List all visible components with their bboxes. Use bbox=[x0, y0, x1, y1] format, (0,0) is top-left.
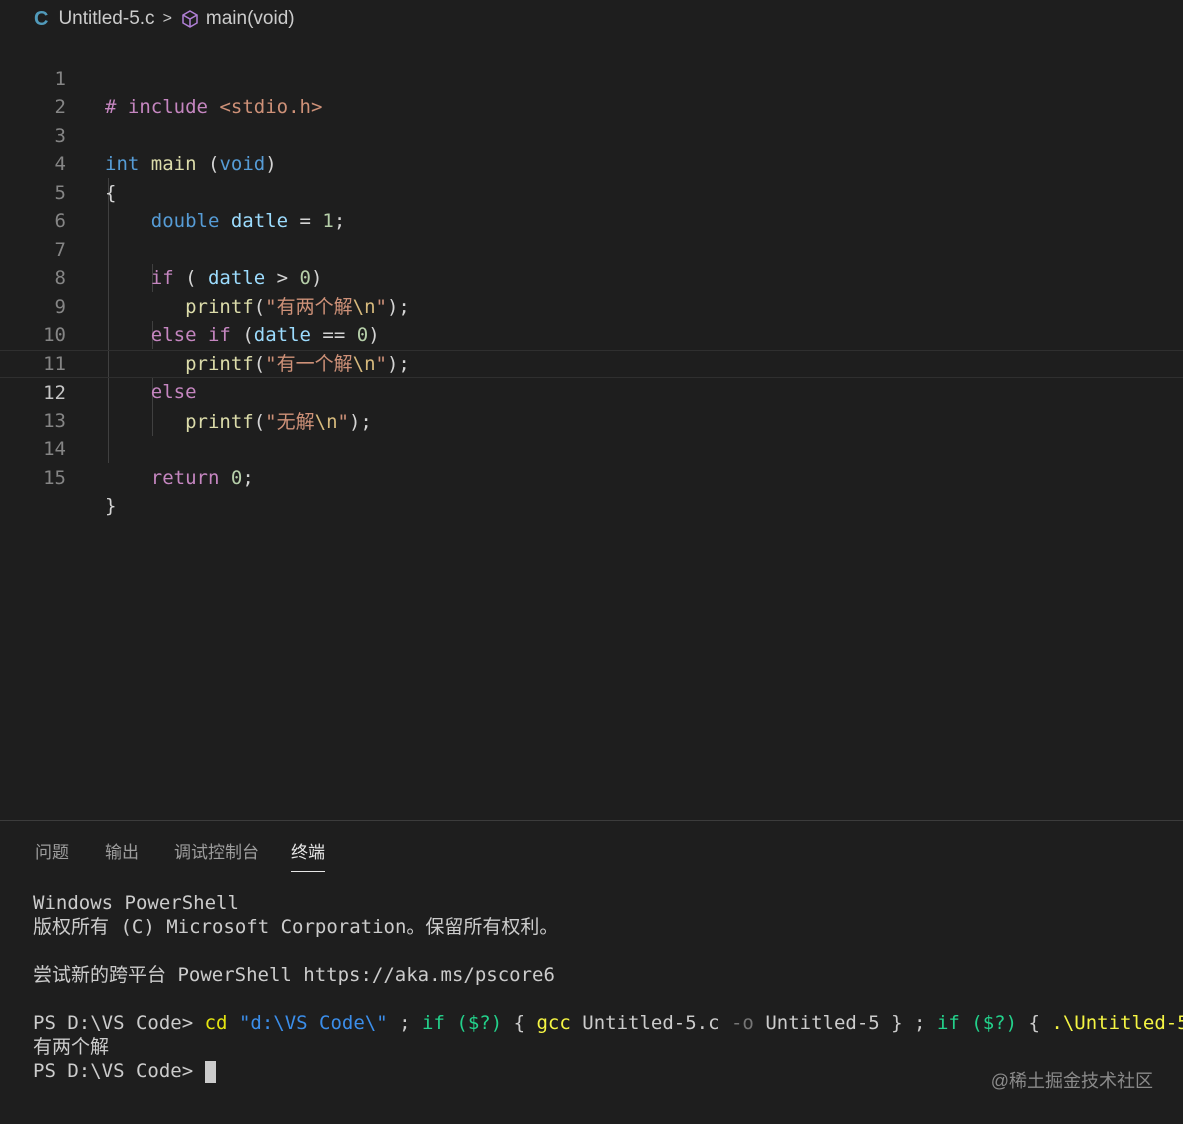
code-line[interactable]: 14 return 0; bbox=[0, 407, 1183, 489]
token: .\Untitled-5 bbox=[1051, 1012, 1183, 1034]
code-line[interactable]: 2 bbox=[0, 65, 1183, 118]
token: if bbox=[936, 1012, 960, 1034]
code-line[interactable]: 15 } bbox=[0, 435, 1183, 518]
code-line[interactable]: 3 int main (void) bbox=[0, 93, 1183, 176]
code-line[interactable]: 13 bbox=[0, 378, 1183, 432]
code-line[interactable]: 6 bbox=[0, 179, 1183, 232]
tab-terminal[interactable]: 终端 bbox=[291, 838, 325, 872]
code-line[interactable]: 9 else if (datle == 0) bbox=[0, 264, 1183, 347]
token: ; bbox=[914, 1012, 926, 1034]
panel-tabs: 问题 输出 调试控制台 终端 bbox=[0, 821, 1183, 873]
c-language-icon: C bbox=[34, 7, 49, 30]
tab-output[interactable]: 输出 bbox=[105, 838, 139, 871]
terminal-line: 版权所有 (C) Microsoft Corporation。保留所有权利。 bbox=[33, 916, 559, 938]
code-line[interactable]: 8 printf("有两个解\n"); bbox=[0, 236, 1183, 318]
tab-debug-console[interactable]: 调试控制台 bbox=[174, 838, 259, 871]
chevron-right-icon: > bbox=[162, 10, 172, 27]
code-line[interactable]: 10 printf("有一个解\n"); bbox=[0, 293, 1183, 375]
method-cube-icon bbox=[182, 10, 198, 28]
token: ; bbox=[399, 1012, 411, 1034]
breadcrumb-file[interactable]: Untitled-5.c bbox=[58, 8, 154, 30]
token: cd bbox=[204, 1012, 228, 1034]
terminal-line: Windows PowerShell bbox=[33, 892, 239, 914]
code-editor[interactable]: 1 # include <stdio.h> 2 3 int main (void… bbox=[0, 36, 1183, 820]
terminal-prompt: PS D:\VS Code> bbox=[33, 1060, 194, 1082]
token: return bbox=[150, 466, 220, 489]
token: Untitled-5 bbox=[765, 1012, 880, 1034]
line-number: 15 bbox=[43, 466, 66, 489]
token: ($?) bbox=[971, 1012, 1018, 1034]
token: if bbox=[422, 1012, 445, 1034]
code-line[interactable]: 1 # include <stdio.h> bbox=[0, 36, 1183, 119]
breadcrumb-symbol[interactable]: main(void) bbox=[206, 8, 295, 30]
watermark: @稀土掘金技术社区 bbox=[990, 1071, 1153, 1091]
tab-problems[interactable]: 问题 bbox=[35, 838, 69, 871]
token: "d:\VS Code\" bbox=[238, 1012, 388, 1034]
code-line[interactable]: 4 { bbox=[0, 122, 1183, 204]
token: ($?) bbox=[456, 1012, 503, 1034]
terminal-line: 尝试新的跨平台 PowerShell https://aka.ms/pscore… bbox=[33, 964, 555, 986]
terminal-cursor bbox=[204, 1060, 216, 1083]
breadcrumb: C Untitled-5.c > main(void) bbox=[0, 0, 1183, 38]
code-line[interactable]: 11 else bbox=[0, 321, 1183, 404]
token: -o bbox=[730, 1012, 754, 1034]
terminal-command-line: PS D:\VS Code> cd "d:\VS Code\" ; if ($?… bbox=[33, 1011, 1183, 1035]
token: gcc bbox=[536, 1012, 571, 1034]
terminal-prompt-line: PS D:\VS Code> bbox=[33, 1059, 216, 1083]
terminal-prompt: PS D:\VS Code> bbox=[33, 1012, 194, 1034]
terminal-output: 有两个解 bbox=[33, 1036, 110, 1058]
token: Untitled-5.c bbox=[582, 1012, 720, 1034]
code-line[interactable]: 7 if ( datle > 0) bbox=[0, 207, 1183, 290]
token: 0 bbox=[230, 466, 243, 489]
code-line-active[interactable]: 12 printf("无解\n"); bbox=[0, 349, 1183, 433]
code-line[interactable]: 5 double datle = 1; bbox=[0, 150, 1183, 233]
